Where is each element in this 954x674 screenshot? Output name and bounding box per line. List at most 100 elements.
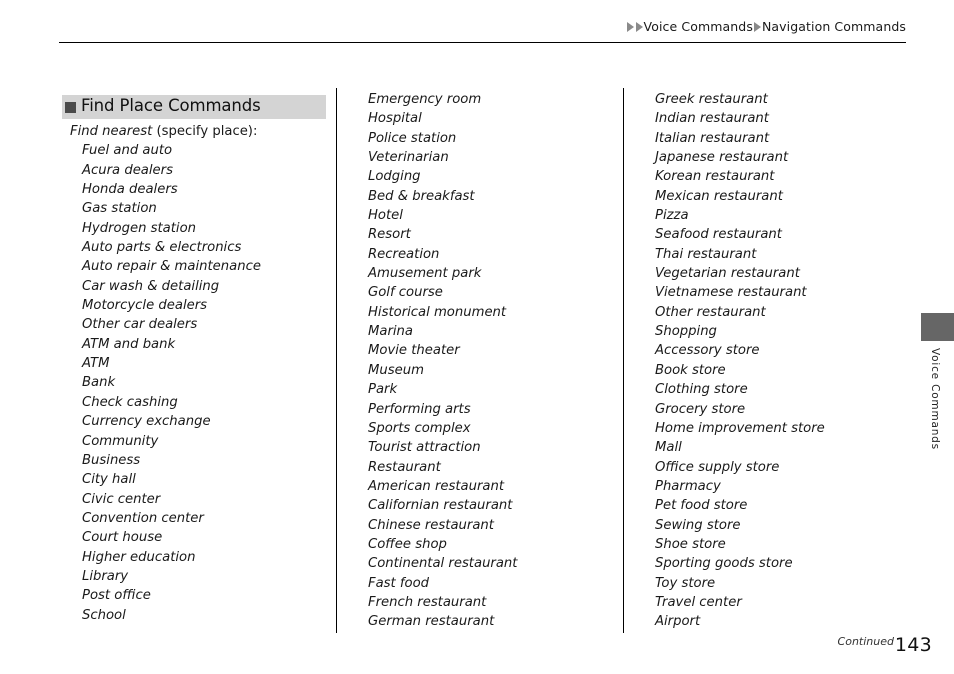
list-item: Hotel bbox=[368, 208, 403, 224]
list-item: Bed & breakfast bbox=[368, 188, 475, 204]
list-item: American restaurant bbox=[368, 478, 504, 494]
side-tab-marker bbox=[921, 313, 954, 341]
list-item: Other car dealers bbox=[82, 317, 198, 333]
command-list-1: Fuel and auto Acura dealers Honda dealers G… bbox=[70, 141, 325, 625]
list-item: Museum bbox=[368, 362, 424, 378]
list-item: Other restaurant bbox=[655, 304, 766, 320]
list-item: Home improvement store bbox=[655, 420, 825, 436]
list-item: Park bbox=[368, 382, 398, 398]
list-item: Auto parts & electronics bbox=[82, 240, 242, 256]
list-item: Pizza bbox=[655, 208, 689, 224]
list-item: Golf course bbox=[368, 285, 443, 301]
breadcrumb: Voice Commands Navigation Commands bbox=[626, 19, 906, 34]
command-list-3: Greek restaurant Indian restaurant Italian… bbox=[655, 90, 905, 632]
list-item: Community bbox=[82, 433, 159, 449]
command-column-3: Greek restaurant Indian restaurant Italian… bbox=[655, 90, 905, 632]
list-item: Police station bbox=[368, 130, 457, 146]
header-rule bbox=[59, 42, 906, 43]
list-item: Higher education bbox=[82, 549, 196, 565]
list-item: Greek restaurant bbox=[655, 92, 768, 107]
column-divider-2 bbox=[623, 88, 624, 633]
list-item: Gas station bbox=[82, 201, 157, 217]
list-item: Restaurant bbox=[368, 459, 441, 475]
list-item: Japanese restaurant bbox=[655, 150, 789, 166]
list-item: Shopping bbox=[655, 324, 717, 340]
list-item: Sewing store bbox=[655, 517, 741, 533]
page-title: Find Place Commands bbox=[81, 96, 261, 116]
square-bullet-icon bbox=[65, 101, 76, 113]
list-item: School bbox=[82, 607, 126, 623]
list-item: Fuel and auto bbox=[82, 143, 173, 159]
lead-roman: (specify place): bbox=[152, 124, 258, 139]
list-item: ATM bbox=[82, 356, 110, 372]
lead-italic: Find nearest bbox=[70, 124, 153, 139]
list-item: Sports complex bbox=[368, 420, 471, 436]
list-item: Civic center bbox=[82, 491, 161, 507]
list-item: Coffee shop bbox=[368, 536, 447, 552]
list-item: Mall bbox=[655, 440, 682, 456]
list-item: Emergency room bbox=[368, 92, 482, 107]
list-item: Movie theater bbox=[368, 343, 460, 359]
page-number: 143 bbox=[894, 634, 932, 656]
list-item: Tourist attraction bbox=[368, 440, 481, 456]
list-item: Korean restaurant bbox=[655, 169, 775, 185]
list-item: Clothing store bbox=[655, 382, 748, 398]
side-tab-label: Voice Commands bbox=[929, 348, 941, 450]
list-item: Thai restaurant bbox=[655, 246, 757, 262]
list-item: Italian restaurant bbox=[655, 130, 770, 146]
list-item: Veterinarian bbox=[368, 150, 449, 166]
breadcrumb-item-navigation-commands[interactable]: Navigation Commands bbox=[762, 19, 906, 34]
list-item: Acura dealers bbox=[82, 162, 173, 178]
list-item: Bank bbox=[82, 375, 116, 391]
list-item: Currency exchange bbox=[82, 414, 211, 430]
command-column-2: Emergency room Hospital Police station Vete… bbox=[368, 90, 613, 632]
list-item: Car wash & detailing bbox=[82, 278, 220, 294]
list-item: Historical monument bbox=[368, 304, 507, 320]
list-item: Vietnamese restaurant bbox=[655, 285, 807, 301]
list-item: Auto repair & maintenance bbox=[82, 259, 261, 275]
list-item: Accessory store bbox=[655, 343, 760, 359]
list-item: Continental restaurant bbox=[368, 556, 518, 572]
list-item: Californian restaurant bbox=[368, 498, 513, 514]
list-item: Library bbox=[82, 568, 129, 584]
list-item: Pet food store bbox=[655, 498, 748, 514]
list-item: ATM and bank bbox=[82, 336, 176, 352]
list-item: Resort bbox=[368, 227, 411, 243]
list-item: Grocery store bbox=[655, 401, 746, 417]
breadcrumb-item-voice-commands[interactable]: Voice Commands bbox=[644, 19, 753, 34]
list-item: Hospital bbox=[368, 111, 422, 127]
list-item: French restaurant bbox=[368, 594, 487, 610]
section-header: Find Place Commands bbox=[62, 95, 326, 119]
column-divider-1 bbox=[336, 88, 337, 633]
list-item: Office supply store bbox=[655, 459, 780, 475]
list-item: Pharmacy bbox=[655, 478, 721, 494]
list-item: City hall bbox=[82, 472, 136, 488]
lead-in-text: Find nearest (specify place): bbox=[70, 122, 325, 141]
list-item: Honda dealers bbox=[82, 182, 178, 198]
list-item: Airport bbox=[655, 614, 701, 630]
chevron-right-icon-2 bbox=[635, 21, 643, 32]
list-item: Fast food bbox=[368, 575, 430, 591]
list-item: Check cashing bbox=[82, 394, 178, 410]
list-item: Vegetarian restaurant bbox=[655, 266, 800, 282]
list-item: Travel center bbox=[655, 594, 742, 610]
continued-label: Continued bbox=[837, 635, 894, 648]
list-item: Amusement park bbox=[368, 266, 482, 282]
list-item: Shoe store bbox=[655, 536, 726, 552]
list-item: Indian restaurant bbox=[655, 111, 769, 127]
list-item: Court house bbox=[82, 530, 163, 546]
list-item: Business bbox=[82, 452, 141, 468]
list-item: Performing arts bbox=[368, 401, 471, 417]
list-item: Hydrogen station bbox=[82, 220, 196, 236]
list-item: Marina bbox=[368, 324, 413, 340]
list-item: Lodging bbox=[368, 169, 421, 185]
list-item: Motorcycle dealers bbox=[82, 298, 208, 314]
chevron-right-icon-1 bbox=[626, 21, 634, 32]
chevron-right-icon-3 bbox=[753, 21, 761, 32]
list-item: Post office bbox=[82, 588, 151, 604]
list-item: Convention center bbox=[82, 510, 204, 526]
list-item: Sporting goods store bbox=[655, 556, 793, 572]
list-item: Seafood restaurant bbox=[655, 227, 782, 243]
list-item: Toy store bbox=[655, 575, 716, 591]
list-item: German restaurant bbox=[368, 614, 495, 630]
